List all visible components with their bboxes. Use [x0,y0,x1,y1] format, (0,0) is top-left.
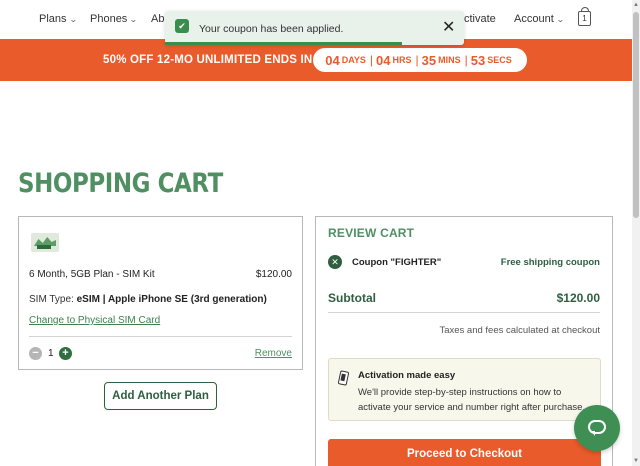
cart-count: 1 [582,14,587,23]
subtotal-value: $120.00 [556,291,600,305]
nav-plans[interactable]: Plans ⌄ [39,13,78,25]
subtotal-label: Subtotal [328,291,376,305]
quantity-plus-button[interactable]: + [59,347,72,360]
scrollbar[interactable]: ▲ ▼ [632,0,640,466]
review-cart-panel: REVIEW CART ✕ Coupon "FIGHTER" Free ship… [315,216,613,466]
change-sim-link[interactable]: Change to Physical SIM Card [29,315,160,326]
chevron-down-icon: ⌄ [555,14,565,24]
divider [328,312,600,313]
add-another-plan-button[interactable]: Add Another Plan [104,382,217,410]
page-title: SHOPPING CART [18,168,223,199]
item-price: $120.00 [255,269,292,280]
nav-plans-label: Plans [39,13,67,25]
cart-icon[interactable]: 1 [578,7,591,26]
sim-type-value: eSIM | Apple iPhone SE (3rd generation) [76,294,267,305]
countdown-timer: 04 DAYS | 04 HRS | 35 MINS | 53 SECS [313,48,527,72]
sim-kit-image [31,233,59,252]
countdown-days-unit: DAYS [341,55,366,65]
countdown-hours: 04 [376,52,391,68]
countdown-separator: | [464,53,468,67]
chat-icon [588,420,606,436]
taxes-note: Taxes and fees calculated at checkout [439,325,600,336]
activation-info-box: Activation made easy We'll provide step-… [328,358,601,421]
chevron-down-icon: ⌄ [129,14,139,24]
quantity-minus-button[interactable]: − [29,347,42,360]
scroll-down-icon[interactable]: ▼ [633,458,639,464]
review-cart-title: REVIEW CART [328,226,415,240]
item-name: 6 Month, 5GB Plan - SIM Kit [29,269,155,280]
coupon-description: Free shipping coupon [500,257,600,268]
remove-coupon-icon[interactable]: ✕ [328,255,342,269]
divider [29,336,292,337]
check-icon: ✔ [175,19,189,33]
chat-button[interactable] [574,405,620,451]
phone-icon [337,370,350,386]
nav-phones-label: Phones [90,13,128,25]
nav-activate-label: ctivate [464,13,496,25]
proceed-to-checkout-button[interactable]: Proceed to Checkout [328,439,601,466]
countdown-secs-unit: SECS [487,55,512,65]
remove-link[interactable]: Remove [255,348,292,359]
coupon-label: Coupon "FIGHTER" [352,257,442,268]
cart-item-card: 6 Month, 5GB Plan - SIM Kit $120.00 SIM … [18,216,303,370]
scroll-up-icon[interactable]: ▲ [633,2,639,8]
nav-activate[interactable]: ctivate [464,13,496,25]
toast-message: Your coupon has been applied. [199,23,344,35]
sim-type-label: SIM Type: [29,294,74,305]
close-icon[interactable]: ✕ [442,17,455,37]
countdown-secs: 53 [470,52,486,68]
countdown-mins-unit: MINS [438,55,461,65]
countdown-days: 04 [325,52,340,68]
coupon-toast: ✔ Your coupon has been applied. ✕ [165,11,464,45]
nav-account[interactable]: Account ⌄ [514,13,565,25]
chevron-down-icon: ⌄ [68,14,78,24]
quantity-value: 1 [48,348,54,359]
scrollbar-thumb[interactable] [633,12,639,218]
activation-title: Activation made easy [358,370,456,381]
countdown-mins: 35 [421,52,437,68]
activation-body: We'll provide step-by-step instructions … [358,387,586,413]
nav-phones[interactable]: Phones ⌄ [90,13,139,25]
countdown-hours-unit: HRS [392,55,412,65]
promo-text: 50% OFF 12-MO UNLIMITED ENDS IN [103,54,313,66]
countdown-separator: | [369,53,374,67]
toast-progress-bar [165,42,402,45]
countdown-separator: | [415,53,419,67]
sim-type: SIM Type: eSIM | Apple iPhone SE (3rd ge… [29,294,267,305]
nav-account-label: Account [514,13,554,25]
